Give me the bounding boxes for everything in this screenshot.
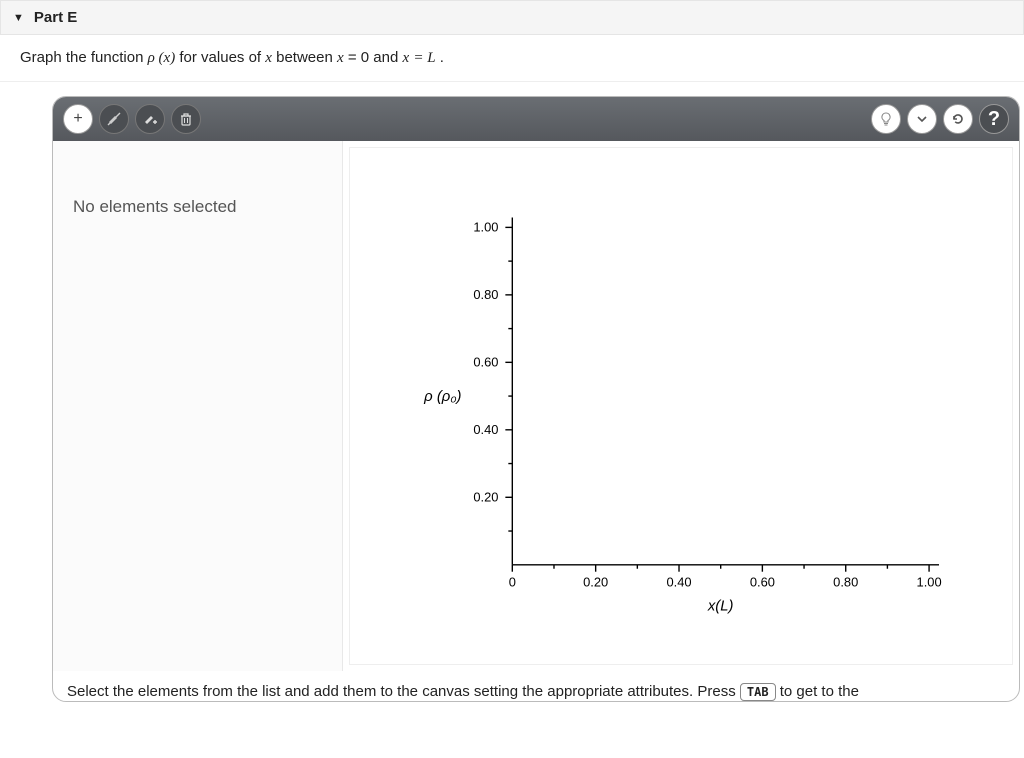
side-panel-message: No elements selected: [73, 197, 322, 217]
graph-canvas[interactable]: 0 0.20 0.40 0.60 0.80 1.00 0.20 0.40 0.60 0.80 1.0…: [349, 147, 1013, 665]
pencil-plus-icon: [142, 111, 158, 127]
instr-eq1a: x: [337, 50, 344, 66]
pencil-slash-icon: [106, 111, 122, 127]
svg-text:0.40: 0.40: [666, 575, 691, 590]
instr-eq2b: = L: [413, 50, 435, 66]
svg-text:0.60: 0.60: [750, 575, 775, 590]
reset-icon: [950, 111, 966, 127]
footer-hint: Select the elements from the list and ad…: [53, 671, 1019, 701]
part-header[interactable]: ▼ Part E: [0, 0, 1024, 35]
delete-button[interactable]: [171, 104, 201, 134]
graph-workspace: +: [52, 96, 1020, 702]
instr-var1: x: [265, 50, 272, 66]
footer-pre: Select the elements from the list and ad…: [67, 683, 740, 700]
svg-text:0.80: 0.80: [473, 287, 498, 302]
axes-svg: 0 0.20 0.40 0.60 0.80 1.00 0.20 0.40 0.60 0.80 1.0…: [350, 148, 1012, 664]
no-edit-button[interactable]: [99, 104, 129, 134]
instruction-text: Graph the function ρ (x) for values of x…: [0, 35, 1024, 82]
add-point-button[interactable]: [135, 104, 165, 134]
part-title: Part E: [34, 9, 77, 26]
svg-text:1.00: 1.00: [917, 575, 942, 590]
instr-mid3: and: [373, 49, 402, 66]
svg-text:ρ (ρ₀): ρ (ρ₀): [423, 389, 461, 405]
instr-eq1b: = 0: [348, 49, 369, 66]
lightbulb-icon: [878, 111, 894, 127]
trash-icon: [179, 112, 193, 126]
help-button[interactable]: ?: [979, 104, 1009, 134]
svg-text:0.60: 0.60: [473, 354, 498, 369]
svg-text:0.20: 0.20: [583, 575, 608, 590]
instr-eq2a: x: [403, 50, 410, 66]
instr-end: .: [440, 49, 444, 66]
svg-text:0: 0: [509, 575, 516, 590]
chevron-down-icon: [916, 113, 928, 125]
svg-text:0.20: 0.20: [473, 489, 498, 504]
svg-text:0.40: 0.40: [473, 422, 498, 437]
graph-toolbar: +: [53, 97, 1019, 141]
collapse-arrow-icon: ▼: [13, 12, 24, 24]
svg-text:0.80: 0.80: [833, 575, 858, 590]
instr-fn: ρ (x): [148, 50, 176, 66]
element-side-panel: No elements selected: [53, 141, 343, 671]
hint-button[interactable]: [871, 104, 901, 134]
instr-pre: Graph the function: [20, 49, 148, 66]
add-element-button[interactable]: +: [63, 104, 93, 134]
reset-button[interactable]: [943, 104, 973, 134]
instr-mid2: between: [276, 49, 337, 66]
instr-mid1: for values of: [179, 49, 265, 66]
footer-post: to get to the: [780, 683, 859, 700]
tab-key-icon: TAB: [740, 683, 776, 701]
svg-text:x(L): x(L): [707, 598, 734, 614]
svg-text:1.00: 1.00: [473, 219, 498, 234]
dropdown-button[interactable]: [907, 104, 937, 134]
